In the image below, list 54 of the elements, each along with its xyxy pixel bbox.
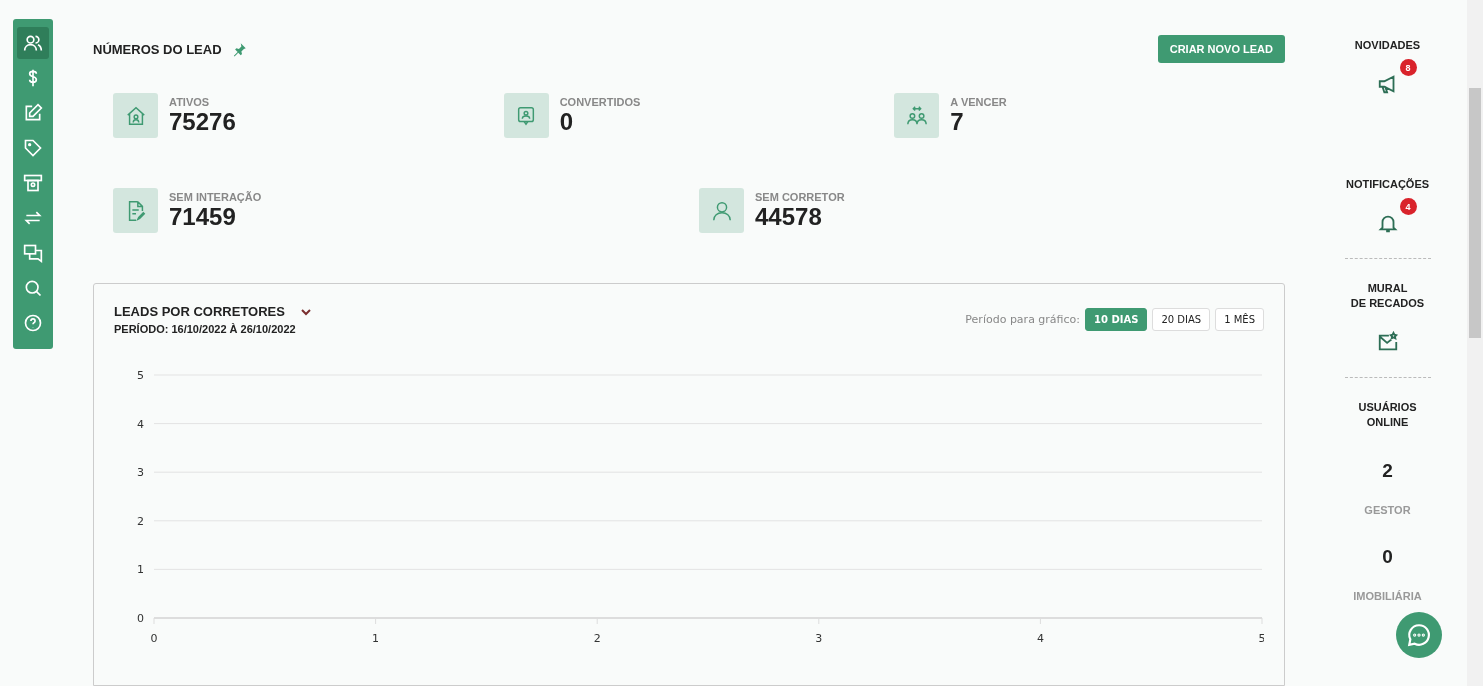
person-icon [710,199,733,222]
users-icon [23,33,43,53]
atm-icon [23,173,43,193]
x-tick-label: 0 [150,632,158,645]
chat-button[interactable] [1396,612,1442,658]
notifications-badge: 4 [1399,198,1417,215]
x-tick-label: 2 [593,632,601,645]
stat-label: SEM CORRETOR [755,190,845,203]
pin-icon[interactable] [231,41,247,57]
x-tick-label: 5 [1258,632,1264,645]
stat-value: 75276 [169,107,236,136]
stat-value: 0 [559,107,574,136]
stat-label: CONVERTIDOS [559,95,641,108]
y-tick-label: 2 [137,514,144,528]
x-tick-label: 1 [372,632,380,645]
chart-title: LEADS POR CORRETORES [114,304,285,319]
stat-label: SEM INTERAÇÃO [169,190,262,203]
y-tick-label: 1 [137,563,144,577]
y-tick-label: 3 [137,466,144,480]
group-label: IMOBILIÁRIA [1353,590,1422,602]
y-tick-label: 0 [137,612,144,625]
help-icon [23,313,43,333]
stat-label: A VENCER [950,95,1007,108]
section-title: NÚMEROS DO LEAD [93,41,222,57]
tag-icon [23,138,43,158]
x-tick-label: 3 [815,632,823,645]
y-tick-label: 5 [137,369,144,382]
house-icon [124,104,147,127]
period-label: Período para gráfico: [965,313,1081,326]
period-text: PERÍODO: 16/10/2022 À 26/10/2022 [114,323,297,335]
edit-icon [23,103,43,123]
notifications-title: NOTIFICAÇÕES [1345,177,1430,192]
sidebar-item[interactable] [17,27,49,59]
y-tick-label: 4 [137,417,144,431]
news-badge: 8 [1399,59,1417,76]
x-tick-label: 4 [1036,632,1044,645]
search-icon [23,278,43,298]
group-label: GESTOR [1364,504,1411,516]
chat-icon [23,243,43,263]
scrollbar[interactable] [1467,0,1483,686]
stat-value: 7 [950,107,965,136]
stat-value: 44578 [755,202,823,231]
stat-value: 71459 [169,202,236,231]
news-title: NOVIDADES [1354,38,1421,53]
stat-label: ATIVOS [169,95,211,108]
online-users-title: USUÁRIOS ONLINE [1358,400,1417,430]
online-count: 0 [1382,546,1393,568]
online-count: 2 [1382,460,1393,482]
period-button[interactable]: 20 DIAS [1152,308,1211,331]
board-title: MURAL DE RECADOS [1350,281,1425,311]
period-button[interactable]: 1 MÊS [1215,308,1264,331]
chat-bubble-icon [1406,622,1432,648]
caret-icon[interactable] [300,306,311,317]
envelope-star-icon[interactable] [1376,331,1399,353]
